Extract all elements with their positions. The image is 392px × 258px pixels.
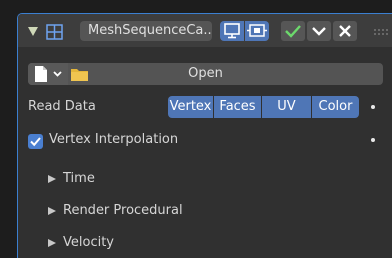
read-data-faces-toggle[interactable]: Faces (214, 96, 261, 118)
checkmark-icon (285, 25, 301, 38)
time-subpanel-header[interactable]: Time (28, 170, 228, 190)
remove-modifier-button[interactable] (333, 21, 357, 41)
render-toggle[interactable] (245, 21, 269, 41)
keyframe-dot-icon[interactable] (371, 105, 375, 109)
expand-arrow-icon (48, 239, 56, 247)
read-data-label: Read Data (28, 99, 96, 114)
render-procedural-subpanel-label: Render Procedural (63, 203, 183, 218)
keyframe-dot-icon[interactable] (371, 138, 375, 142)
velocity-subpanel-header[interactable]: Velocity (28, 234, 228, 254)
read-data-color-toggle[interactable]: Color (312, 96, 359, 118)
apply-button[interactable] (281, 21, 305, 41)
time-subpanel-label: Time (63, 171, 95, 186)
modifier-icon (46, 24, 63, 40)
open-button[interactable]: Open (28, 63, 383, 85)
cache-file-row: Open (28, 63, 383, 85)
chevron-down-icon (312, 27, 326, 36)
drag-grip-icon[interactable] (373, 26, 391, 36)
velocity-subpanel-label: Velocity (63, 235, 114, 250)
render-procedural-subpanel-header[interactable]: Render Procedural (28, 202, 248, 222)
render-icon (247, 24, 267, 37)
expand-arrow-icon (48, 207, 56, 215)
realtime-display-icon (224, 23, 240, 39)
close-icon (339, 25, 351, 37)
vertex-interpolation-label[interactable]: Vertex Interpolation (49, 132, 178, 147)
vertex-interpolation-checkbox[interactable] (28, 134, 43, 149)
collapse-arrow-icon[interactable] (28, 27, 38, 36)
panel-header: MeshSequenceCa... (18, 14, 392, 47)
expand-arrow-icon (48, 175, 56, 183)
checkmark-icon (30, 137, 41, 147)
mesh-sequence-cache-panel: MeshSequenceCa... Open Read Data Vertex … (17, 13, 392, 258)
read-data-uv-toggle[interactable]: UV (262, 96, 311, 118)
extras-dropdown-button[interactable] (307, 21, 331, 41)
realtime-display-toggle[interactable] (220, 21, 244, 41)
modifier-name-field[interactable]: MeshSequenceCa... (80, 21, 212, 41)
read-data-vertex-toggle[interactable]: Vertex (168, 96, 213, 118)
